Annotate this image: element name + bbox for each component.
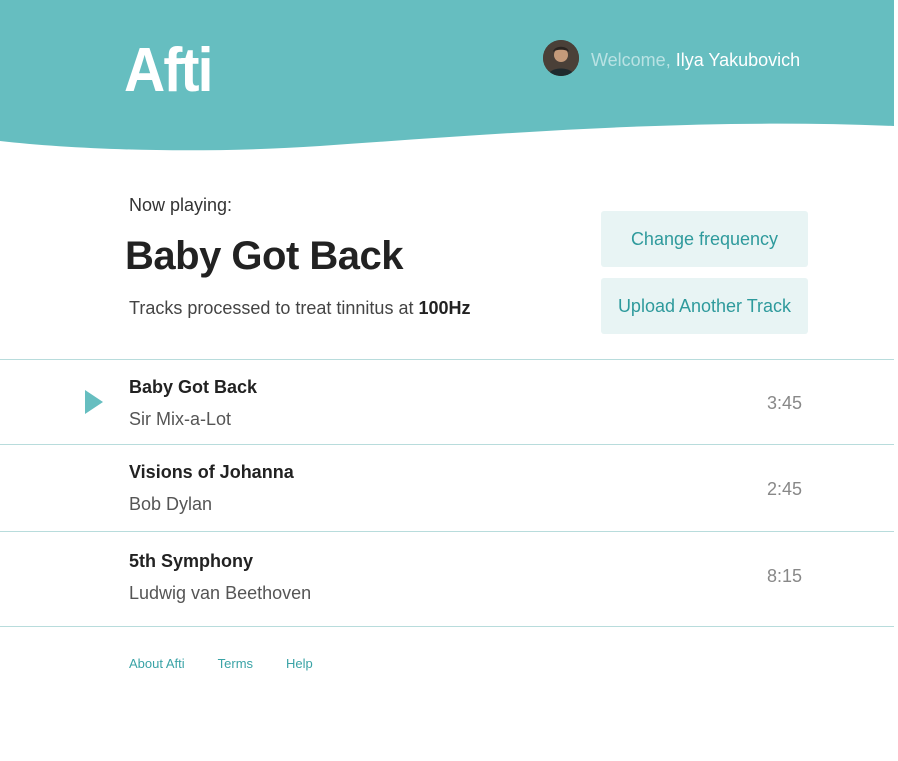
play-icon[interactable] (85, 390, 103, 414)
upload-track-button[interactable]: Upload Another Track (601, 278, 808, 334)
header-banner: Afti Welcome, Ilya Yakubovich (0, 0, 894, 152)
app-logo[interactable]: Afti (124, 36, 214, 106)
divider (0, 626, 894, 627)
track-duration: 2:45 (766, 479, 802, 499)
avatar-icon (543, 40, 579, 76)
welcome-prefix: Welcome, (591, 50, 671, 70)
frequency-description-text: Tracks processed to treat tinnitus at (129, 298, 414, 318)
now-playing-label: Now playing: (129, 195, 233, 215)
frequency-description: Tracks processed to treat tinnitus at 10… (129, 297, 471, 319)
user-avatar[interactable] (543, 40, 579, 76)
user-name[interactable]: Ilya Yakubovich (676, 50, 800, 70)
track-artist: Ludwig van Beethoven (129, 583, 312, 603)
footer-link-terms[interactable]: Terms (218, 656, 253, 671)
track-row[interactable]: Visions of Johanna Bob Dylan 2:45 (0, 445, 894, 531)
track-title: Visions of Johanna (129, 462, 294, 482)
track-row[interactable]: Baby Got Back Sir Mix-a-Lot 3:45 (0, 360, 894, 444)
track-artist: Bob Dylan (129, 494, 213, 514)
track-duration: 8:15 (766, 566, 802, 586)
track-artist: Sir Mix-a-Lot (129, 409, 232, 429)
now-playing-title: Baby Got Back (125, 234, 404, 278)
footer-link-help[interactable]: Help (286, 656, 313, 671)
footer-link-about[interactable]: About Afti (129, 656, 185, 671)
change-frequency-button[interactable]: Change frequency (601, 211, 808, 267)
track-row[interactable]: 5th Symphony Ludwig van Beethoven 8:15 (0, 532, 894, 626)
track-title: 5th Symphony (129, 551, 254, 571)
welcome-message: Welcome, Ilya Yakubovich (591, 49, 800, 71)
footer-links: About Afti Terms Help (129, 656, 313, 671)
frequency-value: 100Hz (418, 298, 471, 318)
track-duration: 3:45 (766, 393, 802, 413)
track-title: Baby Got Back (129, 377, 258, 397)
